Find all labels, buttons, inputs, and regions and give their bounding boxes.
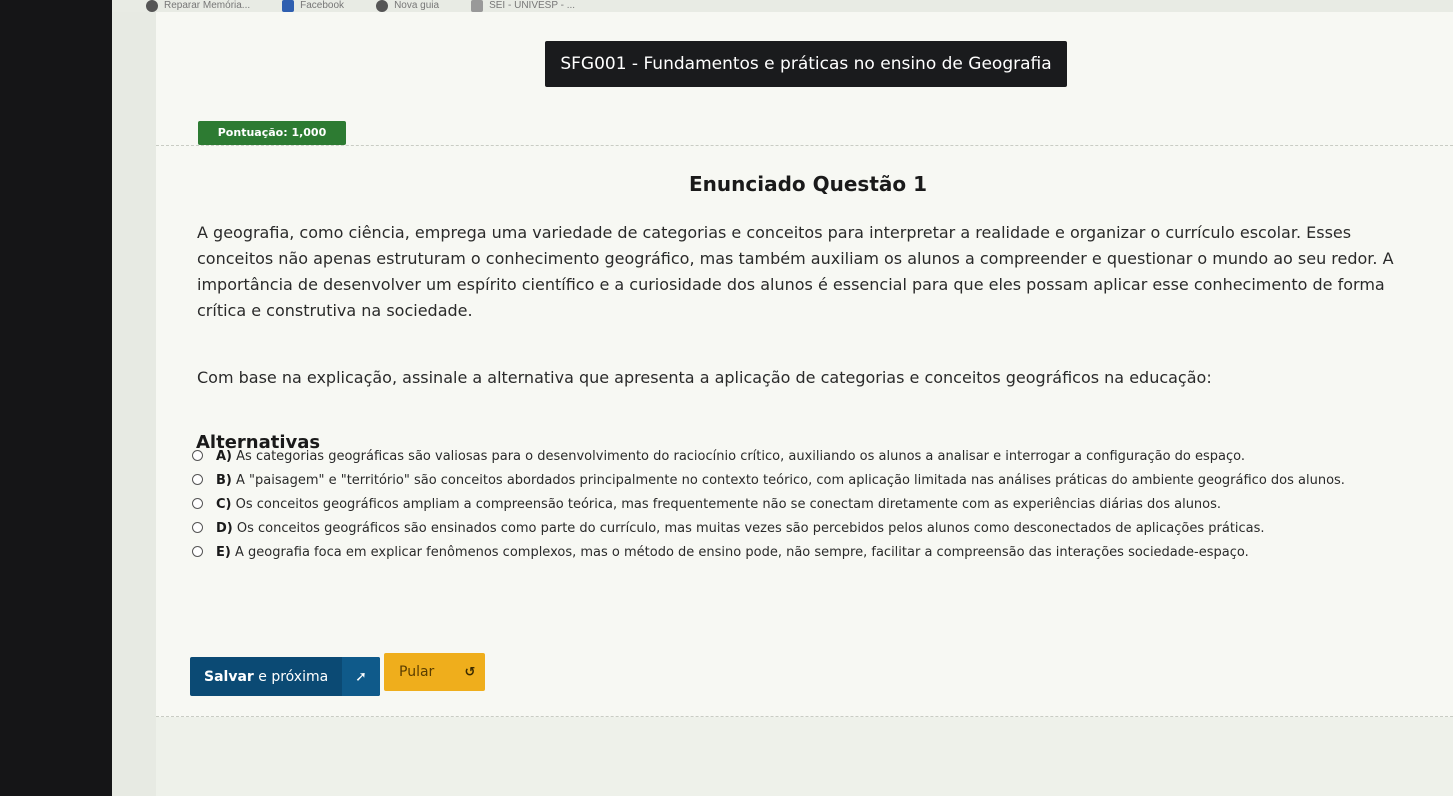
course-title: SFG001 - Fundamentos e práticas no ensin…	[545, 41, 1067, 87]
globe-icon	[376, 0, 389, 12]
skip-button[interactable]: Pular ↺	[384, 653, 485, 691]
skip-button-label: Pular	[399, 664, 435, 680]
bookmark-label: SEI - UNIVESP - ...	[489, 0, 576, 11]
alternative-a[interactable]: A) As categorias geográficas são valiosa…	[192, 447, 1422, 466]
radio-button[interactable]	[192, 450, 203, 461]
bookmark-label: Reparar Memória...	[164, 0, 251, 11]
alternative-letter: B)	[216, 473, 232, 488]
alternative-letter: C)	[216, 497, 232, 512]
bookmark-icon	[471, 0, 484, 12]
radio-button[interactable]	[192, 546, 203, 557]
save-and-next-button[interactable]: Salvar e próxima ➚	[190, 657, 380, 696]
alternative-text: As categorias geográficas são valiosas p…	[236, 449, 1245, 464]
bookmark-item[interactable]: Facebook	[282, 0, 344, 12]
alternative-letter: A)	[216, 449, 233, 464]
bookmarks-bar: Reparar Memória... Facebook Nova guia SE…	[112, 0, 1453, 12]
skip-icon: ↺	[464, 664, 476, 680]
bookmark-label: Facebook	[300, 0, 345, 11]
bookmark-label: Nova guia	[394, 0, 440, 11]
bookmark-icon	[146, 0, 158, 12]
alternative-letter: E)	[216, 545, 231, 560]
alternative-b[interactable]: B) A "paisagem" e "território" são conce…	[192, 471, 1422, 490]
radio-button[interactable]	[192, 522, 203, 533]
facebook-icon	[282, 0, 295, 12]
arrow-icon: ➚	[342, 657, 380, 696]
save-label-bold: Salvar	[204, 668, 254, 685]
score-badge: Pontuação: 1,000	[198, 121, 346, 145]
bookmark-item[interactable]: Reparar Memória...	[146, 0, 250, 12]
divider	[156, 145, 1453, 146]
left-margin	[112, 12, 156, 796]
alternative-text: Os conceitos geográficos são ensinados c…	[236, 521, 1265, 536]
alternative-c[interactable]: C) Os conceitos geográficos ampliam a co…	[192, 495, 1422, 514]
save-label-rest: e próxima	[253, 668, 329, 685]
bookmark-item[interactable]: Nova guia	[376, 0, 439, 12]
alternative-text: A geografia foca em explicar fenômenos c…	[234, 545, 1249, 560]
question-statement: A geografia, como ciência, emprega uma v…	[197, 223, 1394, 320]
radio-button[interactable]	[192, 498, 203, 509]
question-title: Enunciado Questão 1	[689, 172, 927, 196]
alternative-text: A "paisagem" e "território" são conceito…	[236, 473, 1345, 488]
bookmark-item[interactable]: SEI - UNIVESP - ...	[471, 0, 575, 12]
alternative-e[interactable]: E) A geografia foca em explicar fenômeno…	[192, 543, 1422, 562]
save-button-label: Salvar e próxima	[190, 669, 342, 685]
question-prompt: Com base na explicação, assinale a alter…	[197, 368, 1212, 387]
alternative-d[interactable]: D) Os conceitos geográficos são ensinado…	[192, 519, 1422, 538]
alternatives-list: A) As categorias geográficas são valiosa…	[192, 447, 1422, 567]
radio-button[interactable]	[192, 474, 203, 485]
alternative-text: Os conceitos geográficos ampliam a compr…	[235, 497, 1222, 512]
alternative-letter: D)	[216, 521, 233, 536]
